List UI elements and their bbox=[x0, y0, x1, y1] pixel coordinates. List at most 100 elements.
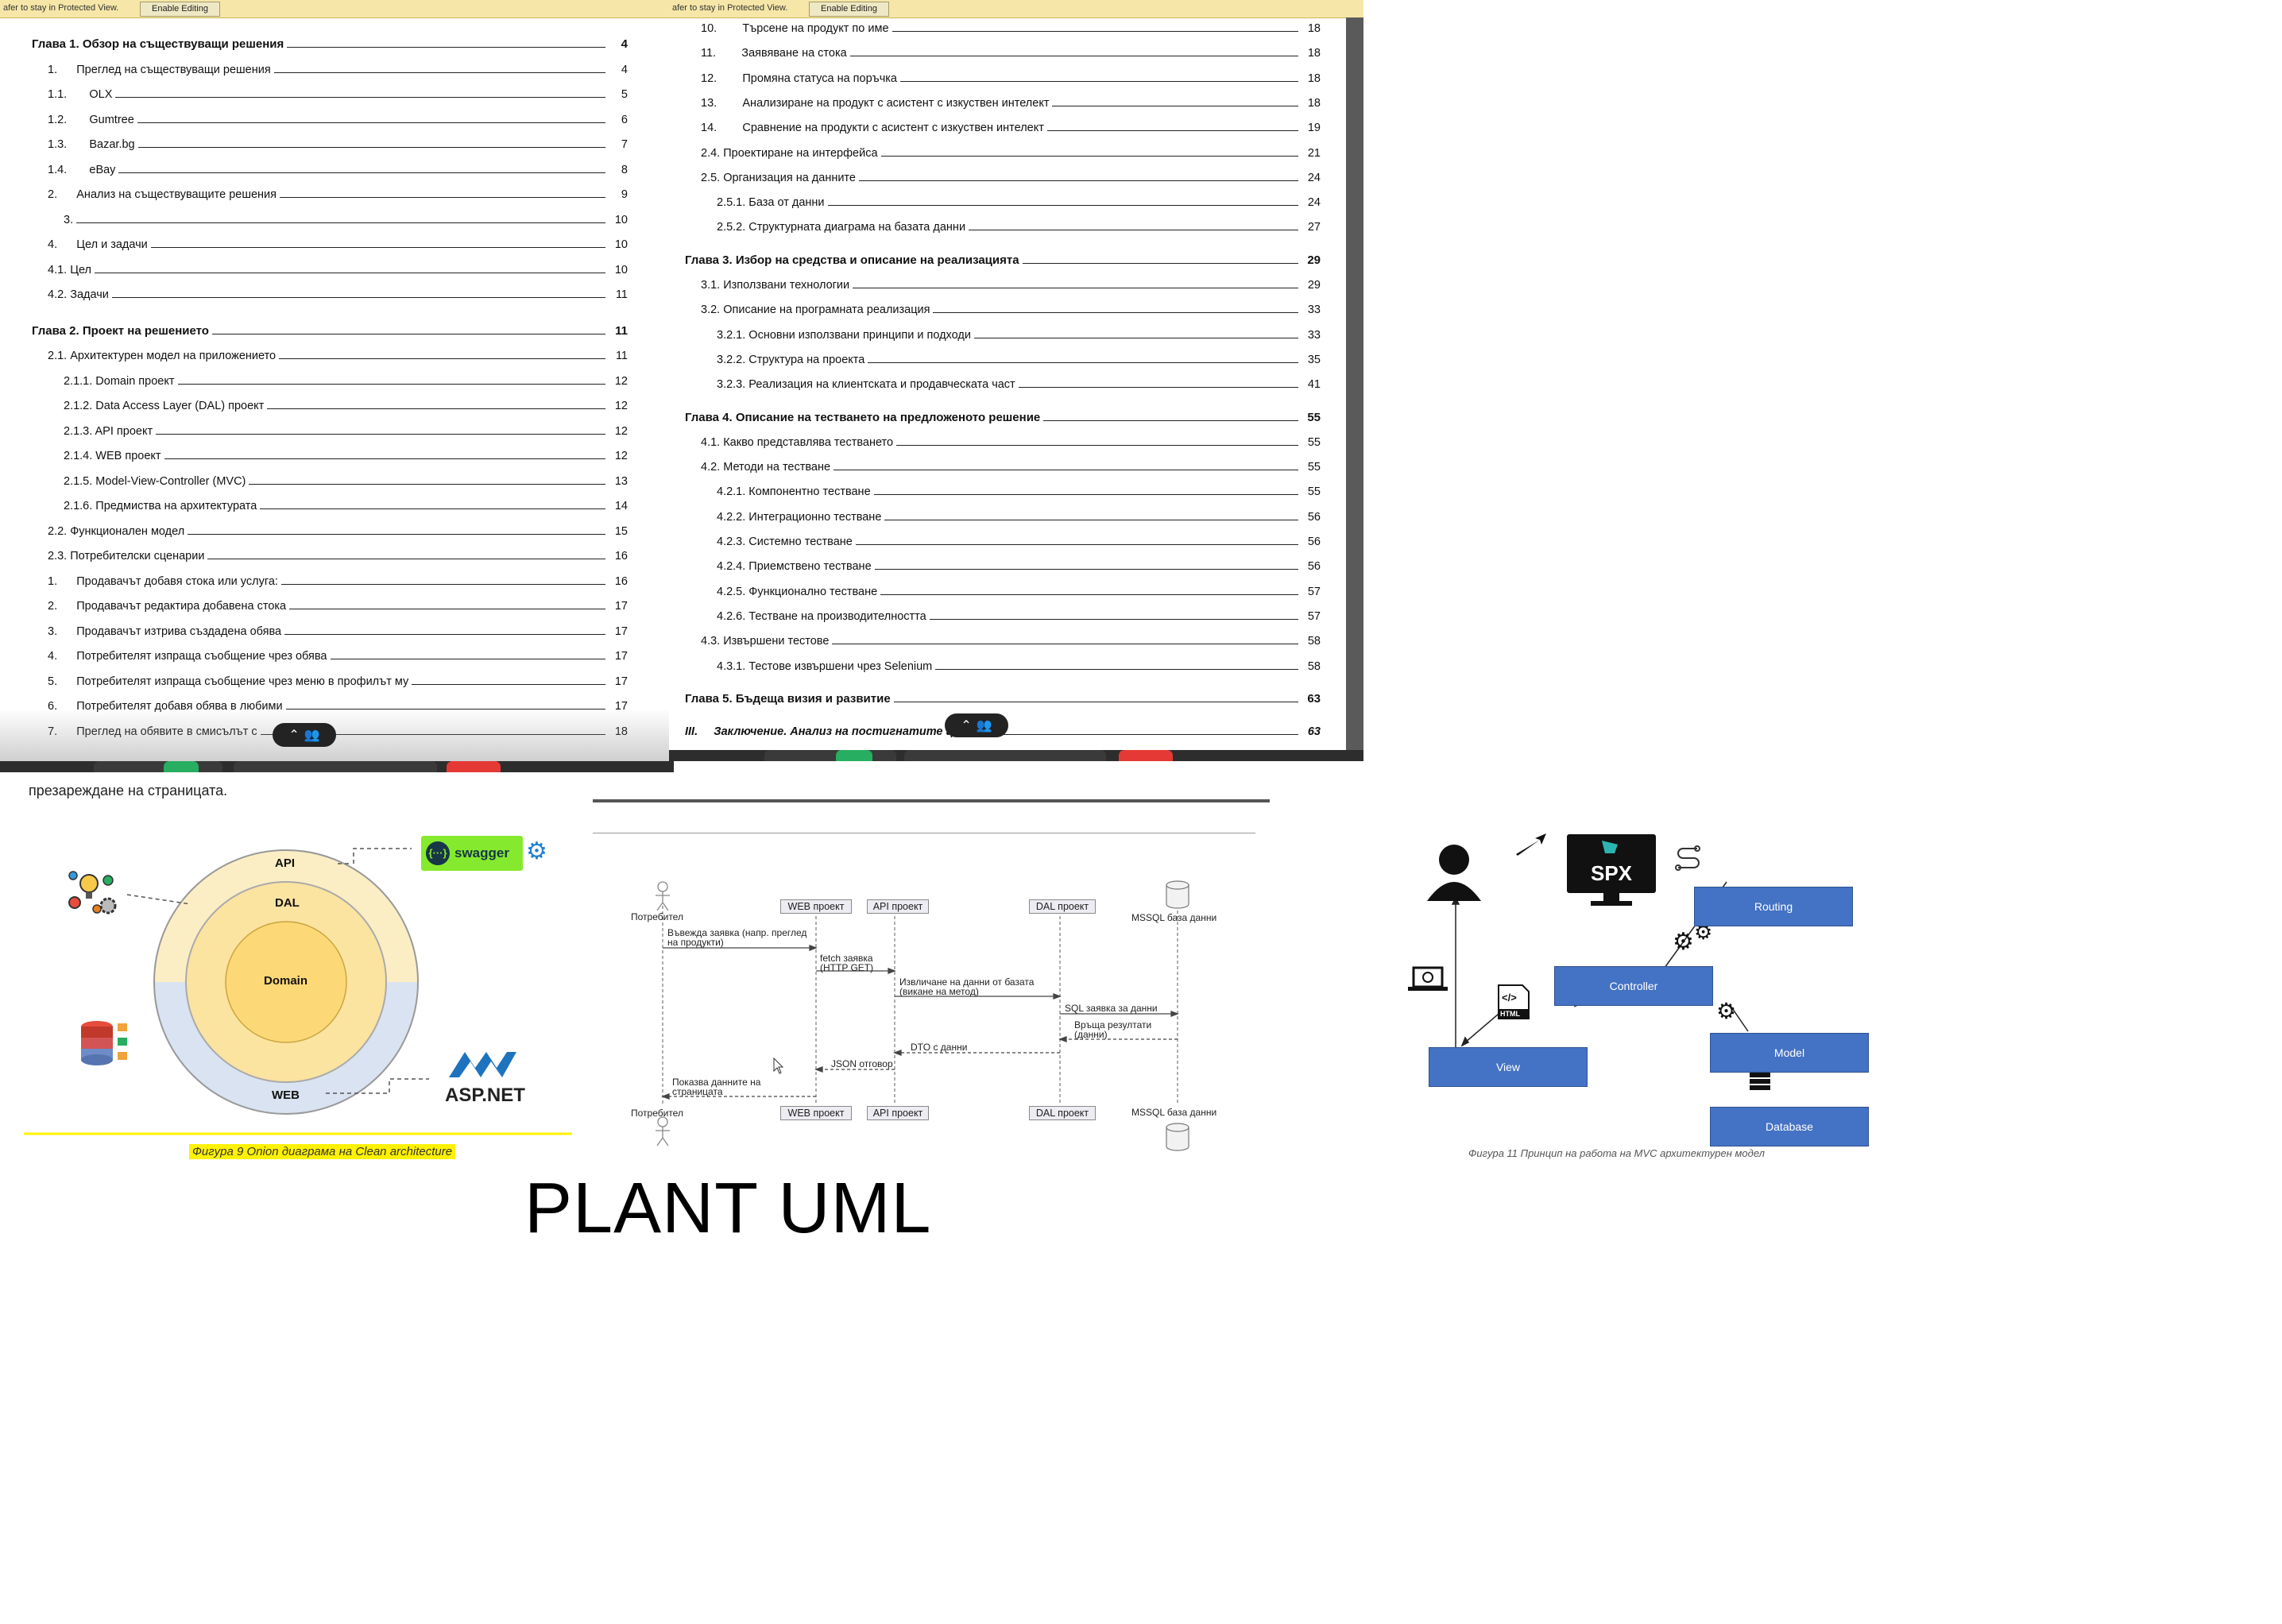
toc-entry[interactable]: 3.2.2. Структура на проекта 35 bbox=[717, 349, 1321, 366]
toc-leader-line bbox=[935, 668, 1298, 670]
toc-entry[interactable]: 4.2.1. Компонентно тестване 55 bbox=[717, 481, 1321, 498]
green-call-button[interactable] bbox=[164, 761, 199, 772]
toc-entry[interactable]: 2. Продавачът редактира добавена стока 17 bbox=[48, 595, 628, 613]
toc-entry[interactable]: 2.5.2. Структурната диаграма на базата д… bbox=[717, 216, 1321, 234]
html-badge: HTML bbox=[1500, 1010, 1520, 1018]
toc-entry[interactable]: 2.1.1. Domain проект 12 bbox=[64, 370, 628, 388]
toc-entry[interactable]: 13. Анализиране на продукт с асистент с … bbox=[701, 92, 1321, 110]
toc-page-number: 11 bbox=[615, 323, 628, 338]
toc-entry[interactable]: 2.1.5. Model-View-Controller (MVC) 13 bbox=[64, 470, 628, 488]
toc-page-number: 16 bbox=[614, 550, 628, 563]
toc-entry[interactable]: 3. Продавачът изтрива създадена обява 17 bbox=[48, 621, 628, 638]
toc-entry[interactable]: 1.2. Gumtree 6 bbox=[48, 109, 628, 126]
meeting-controls-pill[interactable]: ⌃ 👥 bbox=[273, 723, 336, 747]
toc-entry[interactable]: 4.3.1. Тестове извършени чрез Selenium 58 bbox=[717, 655, 1321, 673]
toc-entry-title: 2.2. Функционален модел bbox=[48, 524, 185, 538]
toc-chapter-entry[interactable]: Глава 5. Бъдеща визия и развитие 63 bbox=[685, 688, 1321, 706]
toc-entry[interactable]: 4.2. Задачи 11 bbox=[48, 284, 628, 301]
toc-page-number: 33 bbox=[1307, 304, 1321, 317]
toc-entry[interactable]: 5. Потребителят изпраща съобщение чрез м… bbox=[48, 671, 628, 688]
toc-chapter-entry[interactable]: Глава 2. Проект на решението 11 bbox=[32, 320, 628, 338]
toc-entry-title: 3.2.2. Структура на проекта bbox=[717, 353, 865, 366]
toc-entry[interactable]: 2.2. Функционален модел 15 bbox=[48, 520, 628, 538]
toc-entry[interactable]: 2.5. Организация на данните 24 bbox=[701, 167, 1321, 184]
toc-entry[interactable]: 1.1. OLX 5 bbox=[48, 83, 628, 101]
toc-entry[interactable]: 3.1. Използвани технологии 29 bbox=[701, 274, 1321, 292]
toc-chapter-entry[interactable]: Глава 4. Описание на тестването на предл… bbox=[685, 407, 1321, 424]
toc-entry[interactable]: 3.2.1. Основни използвани принципи и под… bbox=[717, 324, 1321, 342]
taskbar-button[interactable] bbox=[94, 761, 222, 772]
toc-entry[interactable]: 10. Търсене на продукт по име 18 bbox=[701, 17, 1321, 35]
toc-entry[interactable]: 4.2.2. Интеграционно тестване 56 bbox=[717, 506, 1321, 524]
toc-entry[interactable]: 4. Потребителят изпраща съобщение чрез о… bbox=[48, 645, 628, 663]
red-end-button[interactable] bbox=[447, 761, 501, 772]
toc-entry[interactable]: 4.2. Методи на тестване 55 bbox=[701, 456, 1321, 474]
toc-entry[interactable]: 2.4. Проектиране на интерфейса 21 bbox=[701, 142, 1321, 160]
toc-entry-title: 4.2. Задачи bbox=[48, 288, 109, 301]
toc-entry[interactable]: 4.2.3. Системно тестване 56 bbox=[717, 531, 1321, 548]
taskbar-button[interactable] bbox=[234, 761, 437, 772]
toc-leader-line bbox=[1043, 420, 1298, 421]
toc-entry[interactable]: 1.3. Bazar.bg 7 bbox=[48, 133, 628, 151]
toc-entry[interactable]: 1.4. eBay 8 bbox=[48, 159, 628, 176]
meeting-controls-pill[interactable]: ⌃ 👥 bbox=[945, 713, 1008, 737]
toc-leader-line bbox=[137, 122, 605, 123]
toc-entry[interactable]: 2.1. Архитектурен модел на приложението 1… bbox=[48, 345, 628, 362]
toc-entry[interactable]: 4.3. Извършени тестове 58 bbox=[701, 630, 1321, 648]
toc-entry[interactable]: 4.1. Какво представлява тестването 55 bbox=[701, 431, 1321, 449]
toc-entry[interactable]: 2.3. Потребителски сценарии 16 bbox=[48, 545, 628, 563]
connector-line bbox=[353, 848, 412, 864]
toc-entry-title: 4.2.5. Функционално тестване bbox=[717, 585, 878, 598]
toc-entry[interactable]: 3. 10 bbox=[64, 209, 628, 226]
toc-entry-title: 3.2. Описание на програмната реализация bbox=[701, 304, 930, 317]
toc-leader-line bbox=[933, 312, 1298, 314]
toc-entry[interactable]: 1. Продавачът добавя стока или услуга: 16 bbox=[48, 570, 628, 588]
toc-entry[interactable]: 4.2.6. Тестване на производителността 57 bbox=[717, 605, 1321, 623]
toc-entry-title: 1.2. Gumtree bbox=[48, 113, 134, 126]
toc-chapter-entry[interactable]: Глава 3. Избор на средства и описание на… bbox=[685, 249, 1321, 267]
toc-page-number: 29 bbox=[1307, 279, 1321, 292]
toc-entry[interactable]: 11. Заявяване на стока 18 bbox=[701, 42, 1321, 60]
spx-logo: SPX bbox=[1590, 861, 1633, 885]
participant-dal-top: DAL проект bbox=[1029, 899, 1096, 914]
toc-entry-title: 12. Промяна статуса на поръчка bbox=[701, 72, 897, 85]
scrollbar[interactable] bbox=[1346, 17, 1363, 761]
toc-entry[interactable]: 4.1. Цел 10 bbox=[48, 259, 628, 276]
toc-entry[interactable]: 14. Сравнение на продукти с асистент с и… bbox=[701, 117, 1321, 134]
toc-entry-title: 4.2.4. Приемствено тестване bbox=[717, 560, 872, 574]
toc-leader-line bbox=[977, 734, 1298, 736]
toc-entry[interactable]: 4.2.4. Приемствено тестване 56 bbox=[717, 555, 1321, 573]
toc-entry[interactable]: 12. Промяна статуса на поръчка 18 bbox=[701, 68, 1321, 85]
green-call-button[interactable] bbox=[836, 750, 872, 761]
toc-entry[interactable]: 4.2.5. Функционално тестване 57 bbox=[717, 581, 1321, 598]
toc-entry[interactable]: 2. Анализ на съществуващите решения 9 bbox=[48, 184, 628, 201]
toc-leader-line bbox=[111, 297, 605, 298]
participant-user-top: Потребител bbox=[631, 911, 683, 922]
toc-entry-title: 2.1. Архитектурен модел на приложението bbox=[48, 350, 277, 362]
toc-page-number: 12 bbox=[614, 374, 628, 388]
enable-editing-button[interactable]: Enable Editing bbox=[140, 2, 220, 17]
toc-entry[interactable]: 1. Преглед на съществуващи решения 4 bbox=[48, 59, 628, 76]
taskbar-button[interactable] bbox=[904, 750, 1106, 761]
toc-entry[interactable]: 3.2.3. Реализация на клиентската и прода… bbox=[717, 373, 1321, 391]
toc-entry[interactable]: 2.1.3. API проект 12 bbox=[64, 420, 628, 438]
taskbar-button[interactable] bbox=[764, 750, 896, 761]
toc-page-number: 33 bbox=[1307, 328, 1321, 342]
toc-page-number: 27 bbox=[1307, 221, 1321, 234]
toc-entry[interactable]: 4. Цел и задачи 10 bbox=[48, 234, 628, 251]
toc-leader-line bbox=[284, 633, 605, 635]
toc-entry[interactable]: 2.1.2. Data Access Layer (DAL) проект 12 bbox=[64, 395, 628, 412]
toc-entry[interactable]: 2.1.4. WEB проект 12 bbox=[64, 445, 628, 462]
red-end-button[interactable] bbox=[1119, 750, 1173, 761]
enable-editing-button[interactable]: Enable Editing bbox=[809, 2, 889, 17]
toc-leader-line bbox=[267, 408, 605, 409]
swagger-label: swagger bbox=[454, 845, 509, 860]
mvc-diagram: ⚙ ⚙ ⚙ SPX HTML </> Routing Controller Vi… bbox=[1398, 802, 1875, 1168]
toc-entry[interactable]: 3.2. Описание на програмната реализация 3… bbox=[701, 299, 1321, 316]
participant-dal-bottom: DAL проект bbox=[1029, 1106, 1096, 1120]
toc-entry[interactable]: 2.5.1. База от данни 24 bbox=[717, 191, 1321, 209]
toc-leader-line bbox=[929, 618, 1298, 620]
protected-view-bar: afer to stay in Protected View. Enable E… bbox=[669, 0, 1363, 18]
toc-entry[interactable]: 2.1.6. Предмиства на архитектурата 14 bbox=[64, 495, 628, 512]
toc-chapter-entry[interactable]: Глава 1. Обзор на съществуващи решения 4 bbox=[32, 33, 628, 51]
